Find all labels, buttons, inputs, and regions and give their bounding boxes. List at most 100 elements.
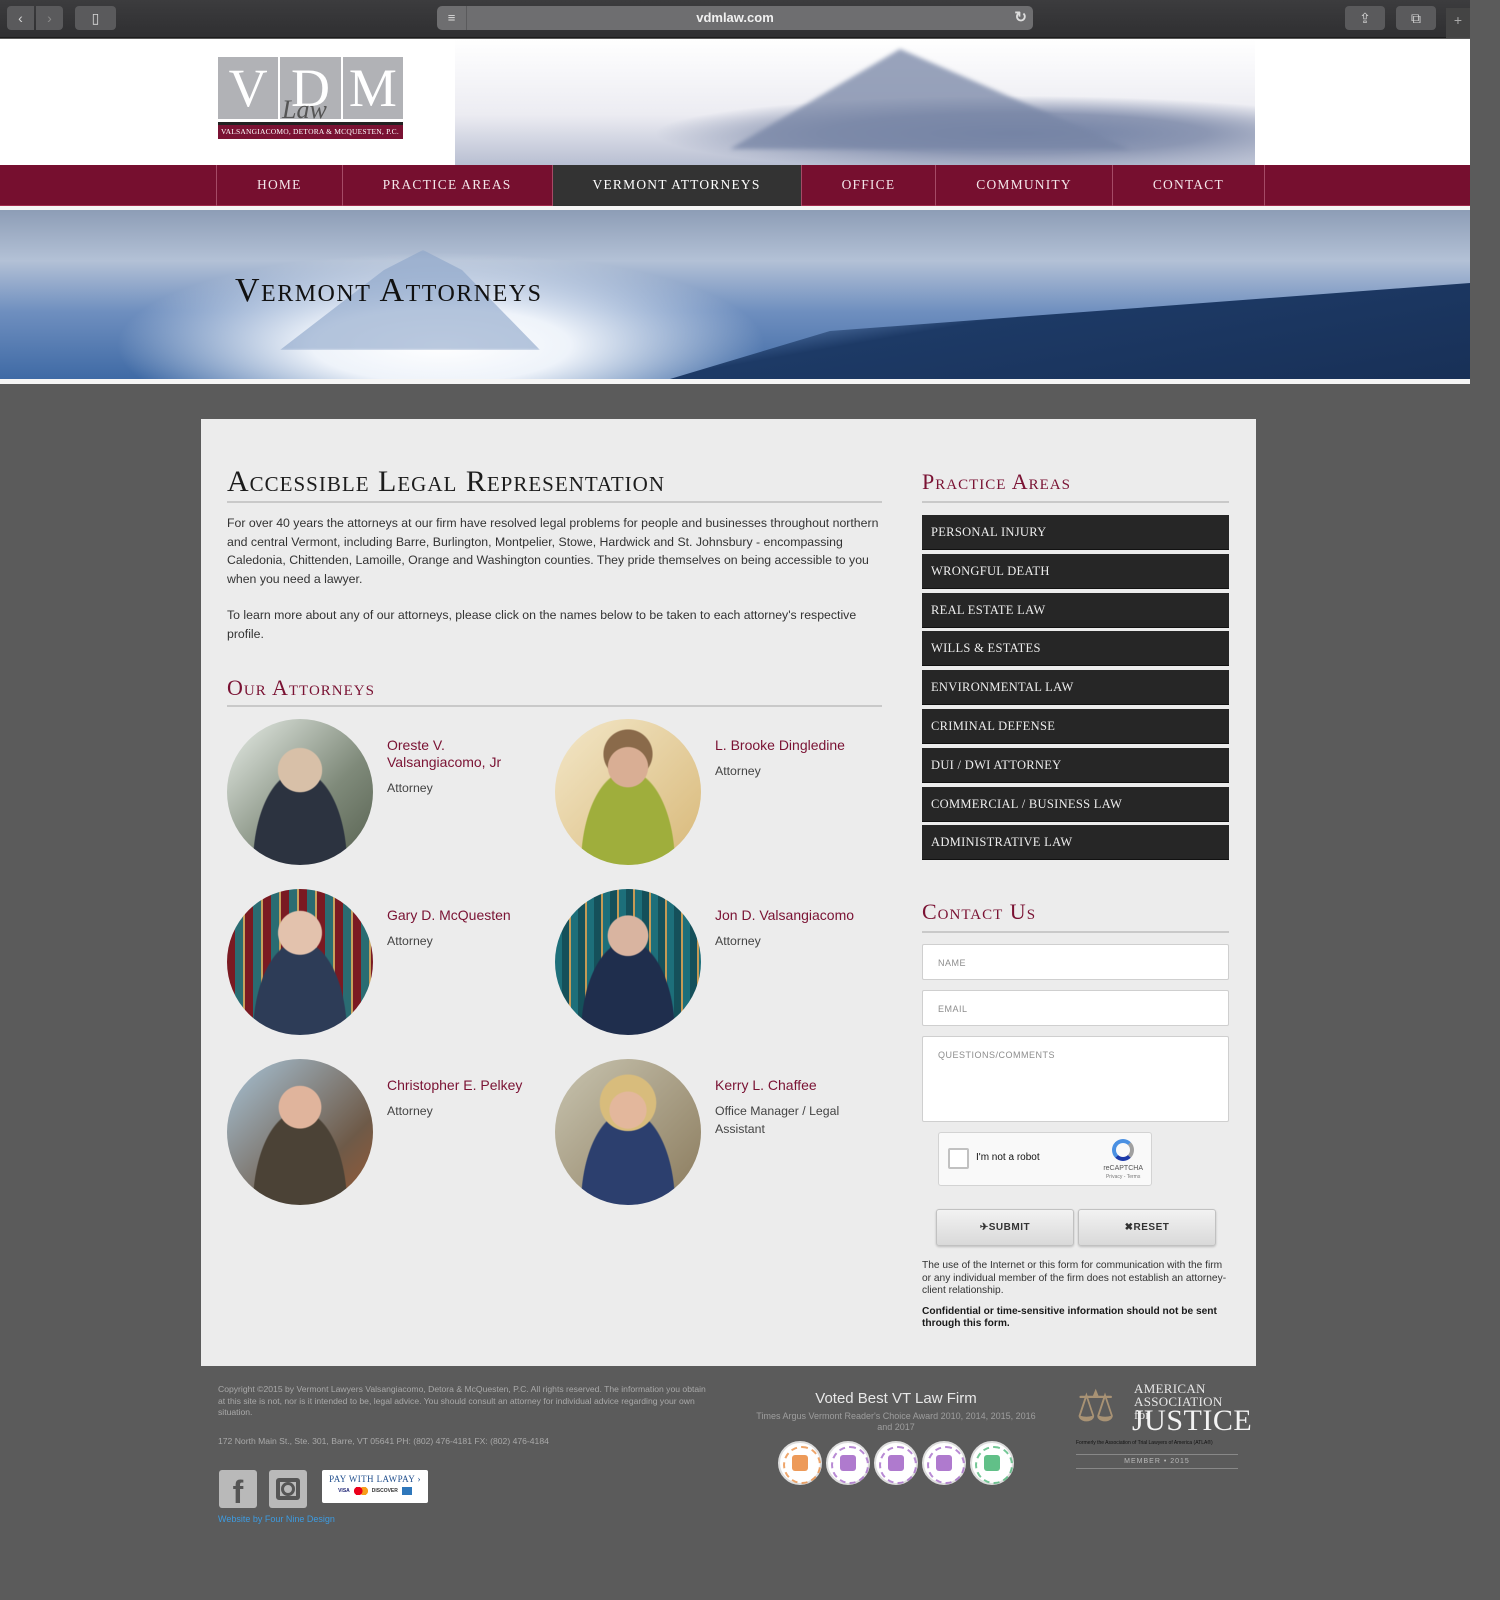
attorney-role: Attorney [715, 764, 761, 778]
attorney-card: Oreste V. Valsangiacomo, Jr Attorney [227, 719, 547, 869]
logo-letter: V [218, 57, 279, 119]
hero-forest-image [670, 283, 1470, 379]
tabs-icon: ⧉ [1411, 10, 1421, 26]
discover-icon: DISCOVER [371, 1488, 398, 1494]
attorney-role: Office Manager / Legal Assistant [715, 1104, 840, 1136]
practice-area-link[interactable]: COMMERCIAL / BUSINESS LAW [922, 786, 1229, 822]
nav-item-vermont-attorneys[interactable]: VERMONT ATTORNEYS [552, 165, 802, 206]
nav-item-community[interactable]: COMMUNITY [936, 165, 1113, 206]
footer-copyright: Copyright ©2015 by Vermont Lawyers Valsa… [218, 1384, 706, 1417]
reader-mode-icon[interactable]: ≡ [437, 6, 467, 30]
email-input[interactable]: EMAIL [922, 990, 1229, 1026]
attorneys-title: Our Attorneys [227, 675, 882, 707]
hero-banner: Vermont Attorneys [0, 206, 1470, 384]
nav-item-practice-areas[interactable]: PRACTICE AREAS [343, 165, 553, 206]
attorney-name-link[interactable]: Gary D. McQuesten Attorney [387, 907, 547, 950]
recaptcha-widget: I'm not a robot reCAPTCHA Privacy - Term… [938, 1132, 1152, 1186]
attorney-role: Attorney [387, 781, 433, 795]
attorney-photo[interactable] [227, 889, 373, 1035]
practice-area-link[interactable]: DUI / DWI ATTORNEY [922, 747, 1229, 783]
chevron-right-icon: › [47, 10, 52, 26]
attorney-card: Gary D. McQuesten Attorney [227, 889, 547, 1039]
attorney-name-link[interactable]: L. Brooke Dingledine Attorney [715, 737, 875, 780]
intro-paragraph: For over 40 years the attorneys at our f… [227, 516, 879, 586]
recaptcha-brand: reCAPTCHA Privacy - Terms [1103, 1165, 1143, 1182]
aaj-member-year: MEMBER • 2015 [1076, 1454, 1238, 1469]
nav-item-office[interactable]: OFFICE [802, 165, 937, 206]
attorney-role: Attorney [387, 1104, 433, 1118]
award-badge-icon [778, 1441, 822, 1485]
recaptcha-label: I'm not a robot [976, 1152, 1040, 1163]
attorney-name-link[interactable]: Christopher E. Pelkey Attorney [387, 1077, 547, 1120]
submit-button[interactable]: ✈SUBMIT [936, 1209, 1074, 1246]
practice-areas-title: Practice Areas [922, 469, 1229, 503]
practice-areas-list: PERSONAL INJURY WRONGFUL DEATH REAL ESTA… [922, 515, 1229, 864]
nav-item-home[interactable]: HOME [217, 165, 343, 206]
share-icon: ⇪ [1359, 10, 1371, 26]
logo-firm-name: VALSANGIACOMO, DETORA & MCQUESTEN, P.C. [218, 125, 403, 139]
share-button[interactable]: ⇪ [1345, 6, 1385, 30]
browser-toolbar: ‹ › ▯ ≡ vdmlaw.com ↻ ⇪ ⧉ + [0, 0, 1470, 38]
comments-textarea[interactable]: QUESTIONS/COMMENTS [922, 1036, 1229, 1122]
practice-area-link[interactable]: PERSONAL INJURY [922, 515, 1229, 550]
sidebar-toggle-button[interactable]: ▯ [75, 6, 116, 30]
card-logos: VISA DISCOVER [322, 1487, 428, 1495]
award-block: Voted Best VT Law Firm Times Argus Vermo… [756, 1390, 1036, 1433]
logo-letter: M [342, 57, 403, 119]
aaj-justice: JUSTICE [1132, 1404, 1253, 1437]
page-title: Vermont Attorneys [235, 272, 543, 309]
attorney-role: Attorney [715, 934, 761, 948]
attorney-photo[interactable] [227, 719, 373, 865]
attorney-photo[interactable] [227, 1059, 373, 1205]
attorney-photo[interactable] [555, 1059, 701, 1205]
nav-item-contact[interactable]: CONTACT [1113, 165, 1265, 206]
attorney-name-link[interactable]: Oreste V. Valsangiacomo, Jr Attorney [387, 737, 547, 797]
form-disclaimer: The use of the Internet or this form for… [922, 1260, 1232, 1331]
recaptcha-checkbox[interactable] [948, 1148, 969, 1169]
site-logo[interactable]: V D M Law VALSANGIACOMO, DETORA & MCQUES… [218, 57, 403, 142]
practice-area-link[interactable]: CRIMINAL DEFENSE [922, 708, 1229, 744]
award-badge-icon [826, 1441, 870, 1485]
reset-button[interactable]: ✖RESET [1078, 1209, 1216, 1246]
attorney-name-link[interactable]: Kerry L. Chaffee Office Manager / Legal A… [715, 1077, 875, 1138]
instagram-icon[interactable] [269, 1470, 307, 1508]
award-badge-icon [970, 1441, 1014, 1485]
intro-paragraph: To learn more about any of our attorneys… [227, 608, 857, 641]
award-title: Voted Best VT Law Firm [815, 1390, 977, 1407]
back-button[interactable]: ‹ [7, 6, 34, 30]
url-text: vdmlaw.com [696, 10, 774, 25]
scales-icon: ⚖ [1076, 1382, 1116, 1431]
attorney-photo[interactable] [555, 719, 701, 865]
content-panel: Accessible Legal Representation For over… [201, 419, 1256, 1366]
lawpay-button[interactable]: PAY WITH LAWPAY › VISA DISCOVER [322, 1470, 428, 1503]
attorney-name-link[interactable]: Jon D. Valsangiacomo Attorney [715, 907, 875, 950]
sidebar-icon: ▯ [91, 10, 100, 26]
attorney-card: L. Brooke Dingledine Attorney [555, 719, 875, 869]
practice-area-link[interactable]: WILLS & ESTATES [922, 631, 1229, 667]
award-badge-icon [874, 1441, 918, 1485]
practice-area-link[interactable]: ENVIRONMENTAL LAW [922, 670, 1229, 706]
practice-area-link[interactable]: REAL ESTATE LAW [922, 592, 1229, 628]
practice-area-link[interactable]: WRONGFUL DEATH [922, 553, 1229, 589]
main-nav: HOME PRACTICE AREAS VERMONT ATTORNEYS OF… [0, 165, 1470, 206]
aaj-member-logo[interactable]: ⚖ AMERICAN ASSOCIATION for JUSTICE Former… [1076, 1382, 1252, 1477]
form-warning: Confidential or time-sensitive informati… [922, 1305, 1217, 1330]
name-input[interactable]: NAME [922, 944, 1229, 980]
new-tab-button[interactable]: + [1446, 8, 1470, 38]
attorney-photo[interactable] [555, 889, 701, 1035]
close-icon: ✖ [1124, 1222, 1134, 1233]
recaptcha-links[interactable]: Privacy - Terms [1103, 1173, 1143, 1182]
forward-button[interactable]: › [36, 6, 63, 30]
aaj-formerly: Formerly the Association of Trial Lawyer… [1076, 1440, 1213, 1446]
practice-area-link[interactable]: ADMINISTRATIVE LAW [922, 825, 1229, 861]
address-bar[interactable]: ≡ vdmlaw.com ↻ [437, 6, 1033, 30]
lawpay-label: PAY WITH LAWPAY › [329, 1474, 421, 1484]
chevron-left-icon: ‹ [18, 10, 23, 26]
reload-icon[interactable]: ↻ [1014, 6, 1027, 30]
tabs-button[interactable]: ⧉ [1396, 6, 1436, 30]
contact-title: Contact Us [922, 899, 1229, 933]
facebook-icon[interactable]: f [219, 1470, 257, 1510]
site-credit-link[interactable]: Website by Four Nine Design [218, 1514, 335, 1524]
attorney-card: Jon D. Valsangiacomo Attorney [555, 889, 875, 1039]
recaptcha-icon [1112, 1139, 1134, 1161]
